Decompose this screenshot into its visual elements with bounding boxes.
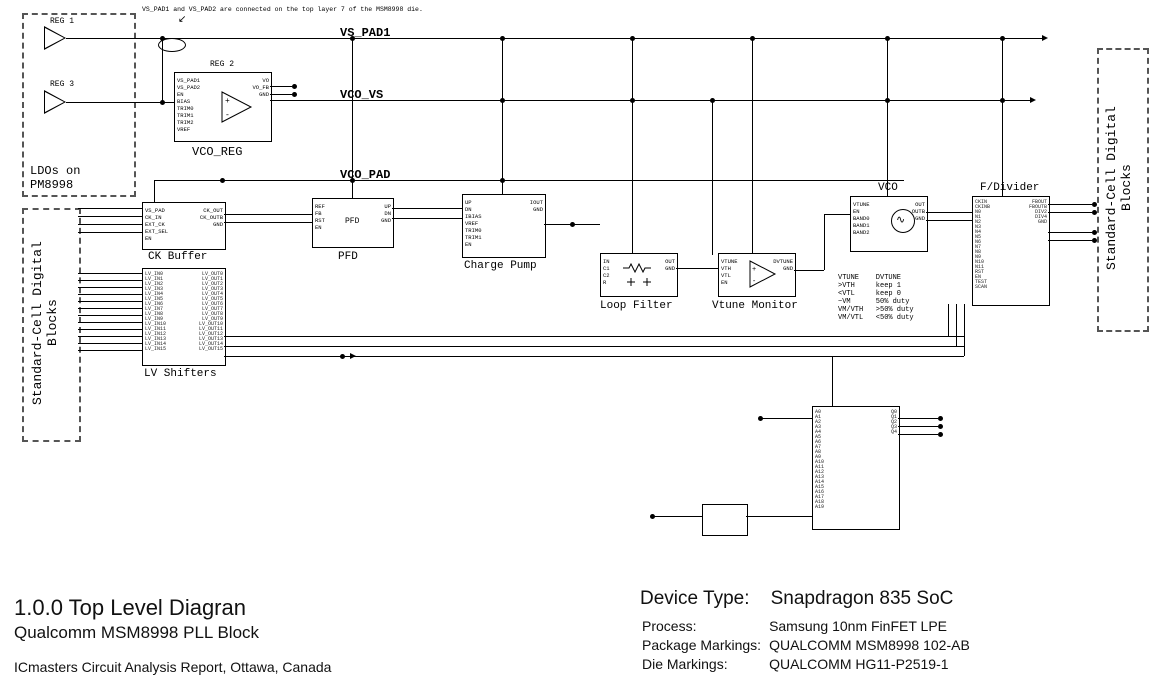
title-block: 1.0.0 Top Level Diagran Qualcomm MSM8998… xyxy=(14,595,574,675)
process-label: Process: xyxy=(642,618,767,635)
top-layer-note: VS_PAD1 and VS_PAD2 are connected on the… xyxy=(142,6,423,13)
die-label: Die Markings: xyxy=(642,656,767,673)
ldo-box-label: LDOs on PM8998 xyxy=(30,164,80,192)
pfd-block: REFFBRSTEN UPDNGND PFD xyxy=(312,198,394,248)
lv-bus xyxy=(78,273,142,357)
charge-pump-label: Charge Pump xyxy=(464,260,537,272)
vtune-monitor-label: Vtune Monitor xyxy=(712,300,798,312)
reg1-amp-icon xyxy=(44,26,66,50)
ck-buffer-block: VS_PADCK_INEXT_CKEXT_SELEN CK_OUTCK_OUTB… xyxy=(142,202,226,250)
wire-reg3 xyxy=(66,102,174,103)
device-info-block: Device Type: Snapdragon 835 SoC Process:… xyxy=(640,588,1140,675)
vco-reg-block: VS_PAD1VS_PAD2ENBIASTRIM0TRIM1TRIM2VREF … xyxy=(174,72,272,142)
report-source: ICmasters Circuit Analysis Report, Ottaw… xyxy=(14,659,574,675)
lv-shifters-label: LV Shifters xyxy=(144,368,217,380)
rc-filter-icon xyxy=(621,262,661,288)
reg3-label: REG 3 xyxy=(50,80,74,89)
reg1-label: REG 1 xyxy=(50,17,74,26)
wire-vco-pad xyxy=(154,180,904,181)
lv-shifters-block: LV_IN0LV_IN1LV_IN2LV_IN3LV_IN4LV_IN5LV_I… xyxy=(142,268,226,366)
svg-text:+: + xyxy=(225,97,230,106)
device-type-value: Snapdragon 835 SoC xyxy=(771,588,954,609)
sinewave-icon: ∿ xyxy=(896,213,905,227)
section-subtitle: Qualcomm MSM8998 PLL Block xyxy=(14,623,574,643)
vtune-monitor-block: VTUNEVTHVTLEN DVTUNEGND +- xyxy=(718,253,796,297)
note-arrow: ↙ xyxy=(178,14,186,25)
fdivider-label: F/Divider xyxy=(980,182,1039,194)
die-value: QUALCOMM HG11-P2519-1 xyxy=(769,656,976,673)
vtune-table: VTUNE DVTUNE >VTH keep 1 <VTL keep 0 ~VM… xyxy=(838,274,914,322)
aux-block-large: A0A1A2A3A4A5A6A7A8A9A10A11A12A13A14A15A1… xyxy=(812,406,900,530)
package-value: QUALCOMM MSM8998 102-AB xyxy=(769,637,976,654)
wire-vs-pad1 xyxy=(66,38,1042,39)
svg-text:+: + xyxy=(752,266,756,274)
schematic-canvas: VS_PAD1 and VS_PAD2 are connected on the… xyxy=(12,8,1148,558)
ck-buffer-label: CK Buffer xyxy=(148,251,207,263)
net-vs-pad1: VS_PAD1 xyxy=(340,26,390,40)
vco-label: VCO xyxy=(878,182,898,194)
pfd-label: PFD xyxy=(338,251,358,263)
net-vco-pad: VCO_PAD xyxy=(340,168,390,182)
package-label: Package Markings: xyxy=(642,637,767,654)
vco-block: VTUNEENBAND0BAND1BAND2 OUTOUTBGND ∿ xyxy=(850,196,928,252)
svg-text:-: - xyxy=(752,278,756,286)
process-value: Samsung 10nm FinFET LPE xyxy=(769,618,976,635)
opamp-icon: +- xyxy=(749,260,783,291)
wire-vco-vs xyxy=(270,100,1030,101)
reg2-label: REG 2 xyxy=(210,60,234,69)
arrow-icon xyxy=(1030,97,1036,103)
section-title: 1.0.0 Top Level Diagran xyxy=(14,595,574,621)
fdivider-block: CKINCKINBN0N1N2N3N4N5N6N7N8N9N10N11RSTEN… xyxy=(972,196,1050,306)
charge-pump-block: UPDNIBIASVREFTRIM0TRIM1EN IOUTGND xyxy=(462,194,546,258)
vco-reg-label: VCO_REG xyxy=(192,145,242,159)
aux-block-small xyxy=(702,504,748,536)
right-digital-label: Standard-Cell Digital Blocks xyxy=(1104,88,1134,288)
loop-filter-label: Loop Filter xyxy=(600,300,673,312)
device-type-label: Device Type: xyxy=(640,588,749,609)
net-vco-vs: VCO_VS xyxy=(340,88,383,102)
svg-text:-: - xyxy=(225,111,230,120)
arrow-icon xyxy=(1042,35,1048,41)
reg3-amp-icon xyxy=(44,90,66,114)
left-digital-label: Standard-Cell Digital Blocks xyxy=(30,238,60,408)
opamp-icon: +- xyxy=(221,91,261,126)
loop-filter-block: INC1C2R OUTGND xyxy=(600,253,678,297)
